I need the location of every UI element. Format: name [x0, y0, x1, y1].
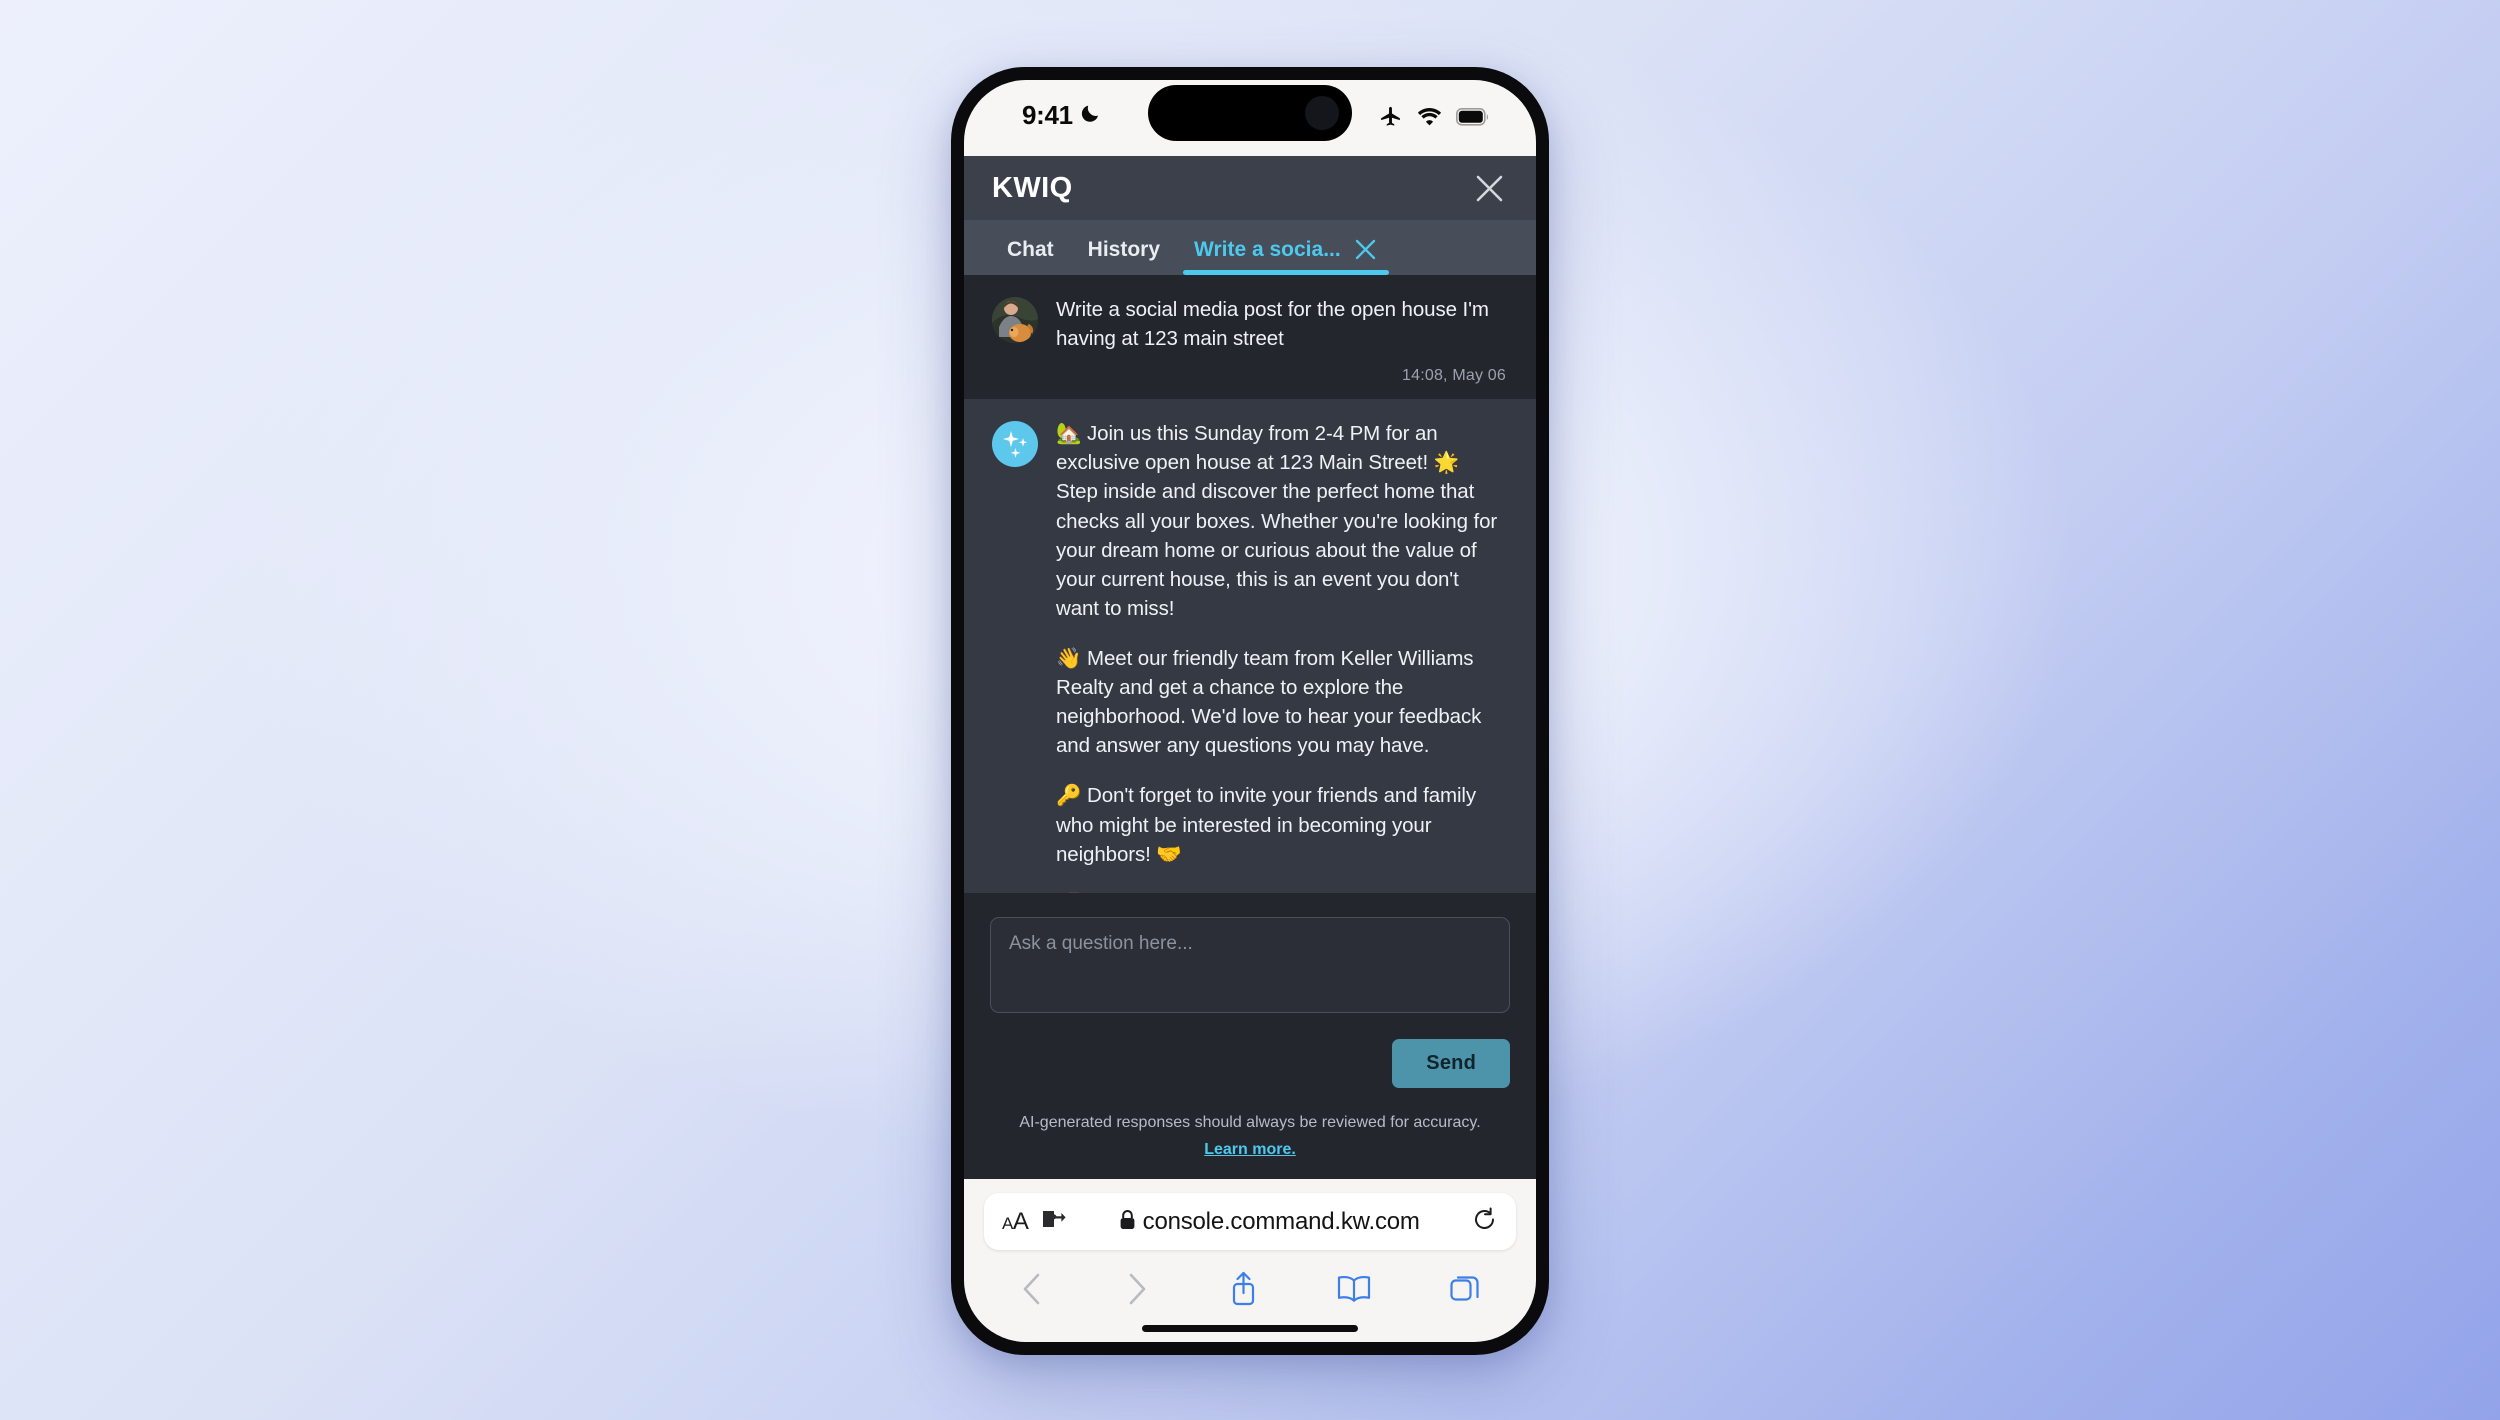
safari-toolbar: AA console.command.kw.com [964, 1179, 1536, 1342]
assistant-paragraph-3: 🔑 Don't forget to invite your friends an… [1056, 784, 1477, 866]
share-icon[interactable] [1228, 1270, 1259, 1307]
address-bar[interactable]: AA console.command.kw.com [984, 1193, 1516, 1250]
front-camera [1305, 96, 1339, 130]
tab-history-label: History [1087, 238, 1161, 261]
reload-icon[interactable] [1471, 1206, 1498, 1238]
assistant-message-text: 🏡 Join us this Sunday from 2-4 PM for an… [1056, 419, 1506, 893]
tab-close-icon[interactable] [1353, 237, 1378, 262]
puzzle-extension-icon[interactable] [1041, 1208, 1067, 1235]
url-text: console.command.kw.com [1142, 1207, 1420, 1235]
moon-icon [1080, 100, 1102, 131]
phone-frame: 9:41 KWIQ Chat History Write a socia... … [951, 67, 1549, 1355]
page-title: KWIQ [992, 171, 1073, 204]
ios-status-bar: 9:41 [964, 80, 1536, 156]
question-input[interactable] [990, 917, 1510, 1014]
text-size-icon[interactable]: AA [1002, 1208, 1029, 1236]
user-message-body: Write a social media post for the open h… [1056, 295, 1506, 385]
learn-more-link[interactable]: Learn more. [990, 1137, 1510, 1163]
composer-actions: Send [990, 1039, 1510, 1089]
chevron-right-icon[interactable] [1123, 1272, 1151, 1306]
send-button[interactable]: Send [1392, 1039, 1510, 1089]
tab-bar: Chat History Write a socia... [964, 220, 1536, 275]
ai-sparkle-avatar [992, 421, 1038, 468]
assistant-paragraph-4: 📲 Can't make it? No worries! Contact us … [1056, 890, 1506, 894]
url-display: console.command.kw.com [1080, 1208, 1458, 1236]
user-message-text: Write a social media post for the open h… [1056, 298, 1489, 351]
tab-history[interactable]: History [1071, 238, 1177, 275]
chat-message-user: Write a social media post for the open h… [964, 275, 1536, 400]
chat-message-list[interactable]: Write a social media post for the open h… [964, 275, 1536, 894]
composer: Send AI-generated responses should alway… [964, 893, 1536, 1179]
tab-chat[interactable]: Chat [990, 238, 1071, 275]
lock-icon [1119, 1209, 1136, 1235]
battery-full-icon [1456, 107, 1490, 131]
app-header: KWIQ [964, 156, 1536, 220]
dynamic-island [1148, 85, 1352, 141]
phone-screen: 9:41 KWIQ Chat History Write a socia... … [964, 80, 1536, 1342]
tab-write-a-social-post-label: Write a socia... [1194, 237, 1341, 261]
tab-chat-label: Chat [1007, 238, 1054, 261]
book-icon[interactable] [1336, 1274, 1372, 1304]
airplane-mode-icon [1378, 104, 1403, 134]
wifi-icon [1416, 106, 1443, 132]
chevron-left-icon[interactable] [1018, 1272, 1046, 1306]
user-photo-avatar [992, 297, 1038, 343]
chat-message-assistant: 🏡 Join us this Sunday from 2-4 PM for an… [964, 399, 1536, 894]
message-timestamp: 14:08, May 06 [1402, 367, 1506, 385]
assistant-paragraph-1: 🏡 Join us this Sunday from 2-4 PM for an… [1056, 422, 1498, 620]
ai-disclaimer-text: AI-generated responses should always be … [1019, 1114, 1481, 1132]
home-indicator [1142, 1325, 1358, 1332]
tabs-icon[interactable] [1449, 1272, 1482, 1305]
tab-write-a-social-post[interactable]: Write a socia... [1177, 237, 1395, 275]
close-icon[interactable] [1473, 172, 1506, 205]
status-time: 9:41 [1022, 100, 1073, 130]
status-bar-right [1378, 104, 1490, 134]
assistant-message-body: 🏡 Join us this Sunday from 2-4 PM for an… [1056, 419, 1506, 893]
ai-disclaimer: AI-generated responses should always be … [990, 1110, 1510, 1179]
status-bar-left: 9:41 [1022, 100, 1102, 131]
safari-nav-bar [984, 1250, 1516, 1307]
assistant-paragraph-2: 👋 Meet our friendly team from Keller Wil… [1056, 646, 1482, 758]
